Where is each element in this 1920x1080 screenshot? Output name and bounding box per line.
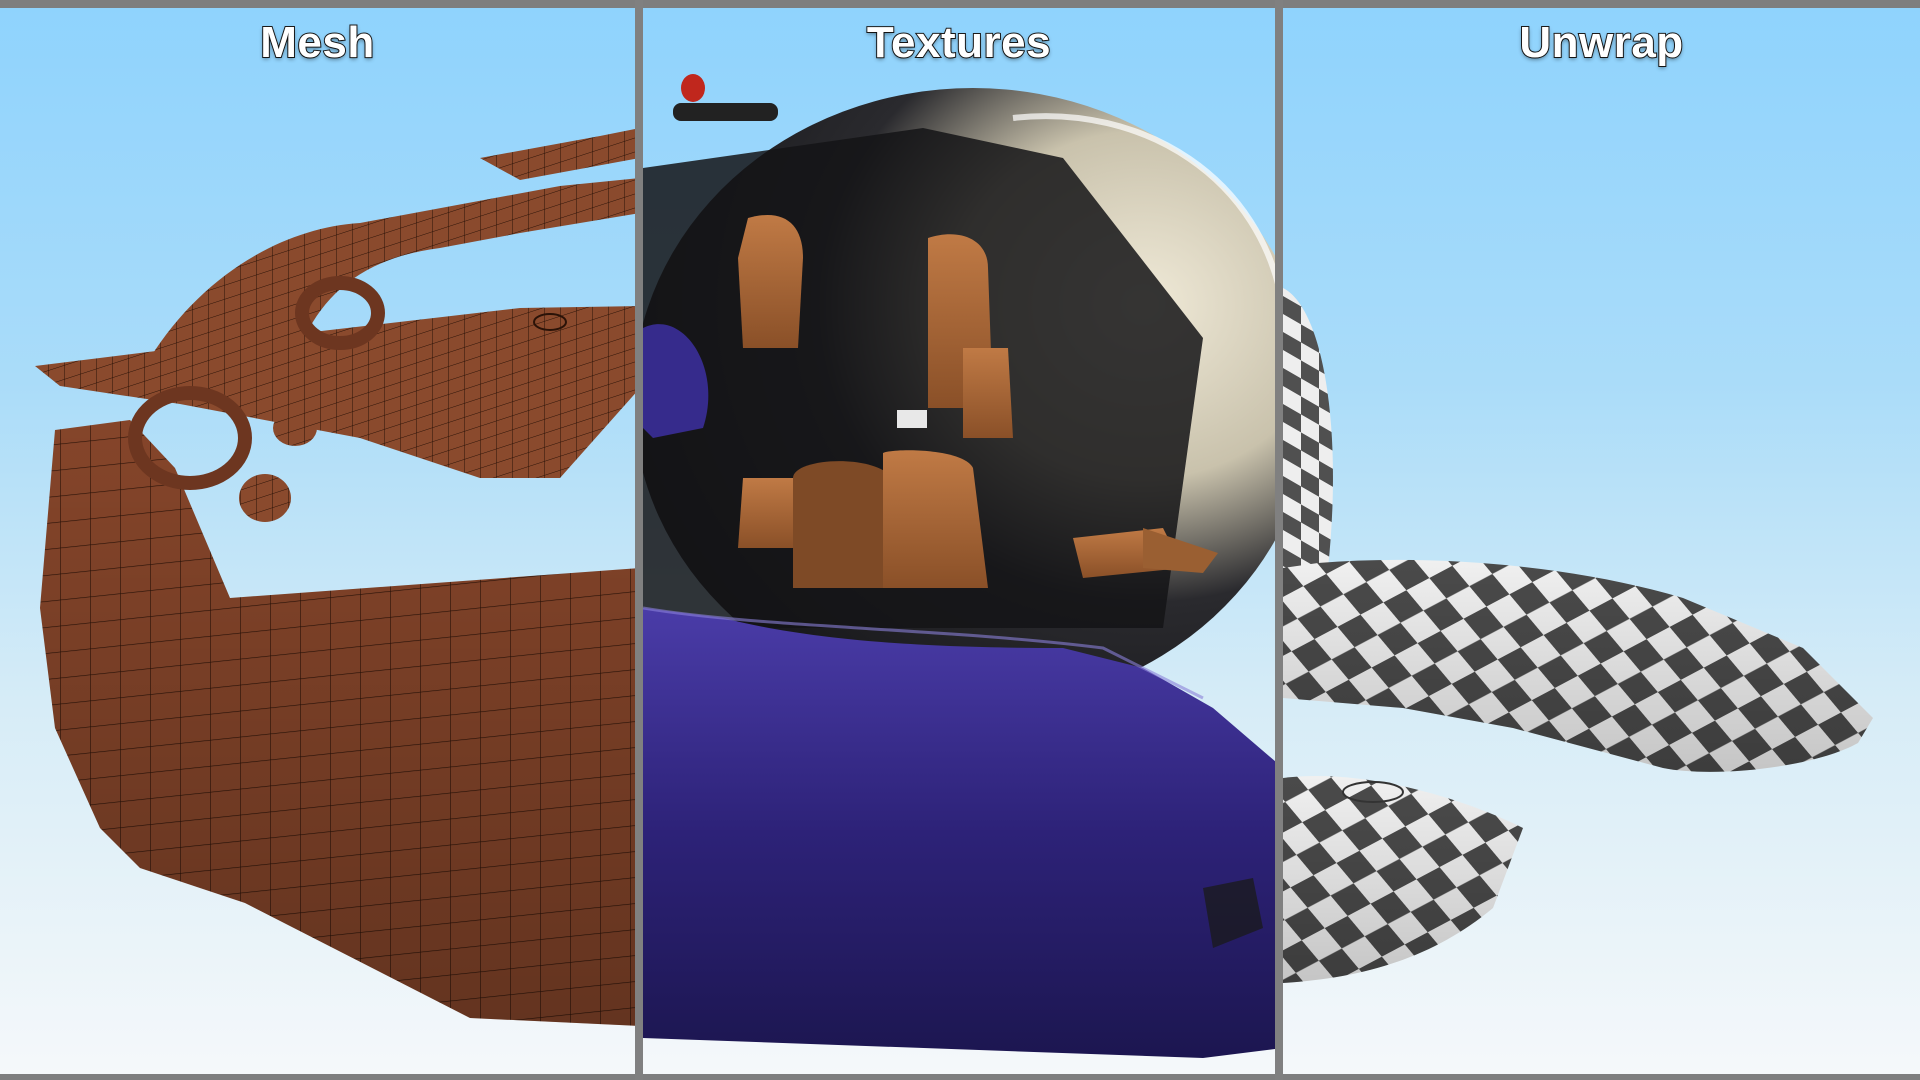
unwrap-panel: Unwrap <box>1283 8 1920 1074</box>
mesh-render <box>35 129 635 1026</box>
turntable-comparison: Mesh Textures Unwrap <box>0 0 1920 1080</box>
textures-panel: Textures <box>643 8 1275 1074</box>
divider-left <box>635 0 643 1080</box>
panel-title-unwrap: Unwrap <box>1518 17 1684 68</box>
divider-right <box>1275 0 1283 1080</box>
panel-title-mesh: Mesh <box>259 17 375 68</box>
panel-title-textures: Textures <box>866 17 1052 68</box>
mesh-panel: Mesh <box>0 8 635 1074</box>
textured-render <box>643 74 1275 1058</box>
uv-unwrap-render <box>1283 288 1873 983</box>
